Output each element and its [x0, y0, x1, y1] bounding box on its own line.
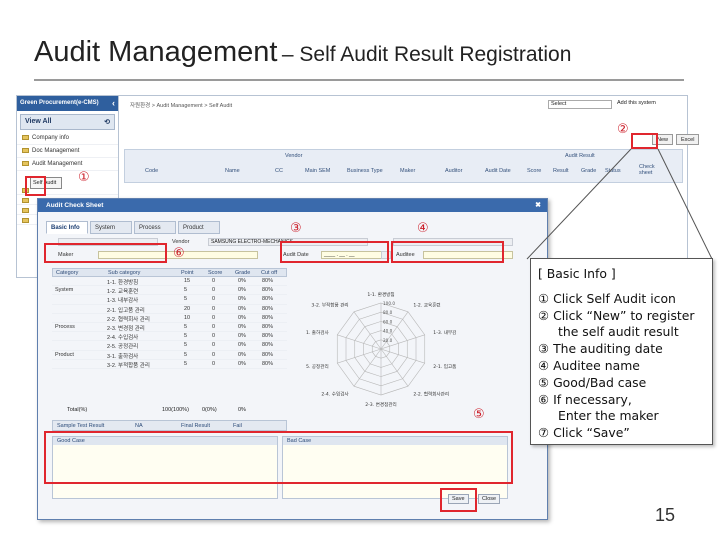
instruction-item: ① Click Self Audit icon: [538, 291, 705, 308]
instruction-number: ⑦: [538, 425, 550, 441]
instruction-item: ⑥ If necessary,: [538, 392, 705, 409]
instruction-text: If necessary,: [553, 391, 632, 407]
instruction-text: Auditee name: [553, 357, 640, 373]
instruction-text: Good/Bad case: [553, 374, 647, 390]
instruction-continuation: the self audit result: [558, 324, 679, 340]
instruction-number: ①: [538, 290, 550, 306]
instruction-text: Click “Save”: [553, 425, 630, 441]
instruction-number: ⑥: [538, 391, 550, 407]
instruction-text: Click Self Audit icon: [553, 290, 676, 306]
instructions-heading: [ Basic Info ]: [538, 266, 616, 281]
instruction-item: ④ Auditee name: [538, 358, 705, 375]
instruction-number: ⑤: [538, 374, 550, 390]
page-number: 15: [655, 505, 676, 525]
instruction-item: ⑤ Good/Bad case: [538, 375, 705, 392]
instruction-item: ③ The auditing date: [538, 341, 705, 358]
instruction-continuation: Enter the maker: [558, 408, 659, 424]
instruction-item: ⑦ Click “Save”: [538, 425, 705, 442]
instruction-text: Click “New” to register: [553, 307, 695, 323]
instruction-number: ④: [538, 357, 550, 373]
instruction-number: ③: [538, 341, 550, 357]
instruction-item: ② Click “New” to register: [538, 308, 705, 325]
instructions-box: [ Basic Info ] ① Click Self Audit icon ②…: [530, 258, 713, 445]
instruction-number: ②: [538, 307, 550, 323]
instruction-text: The auditing date: [553, 341, 663, 357]
